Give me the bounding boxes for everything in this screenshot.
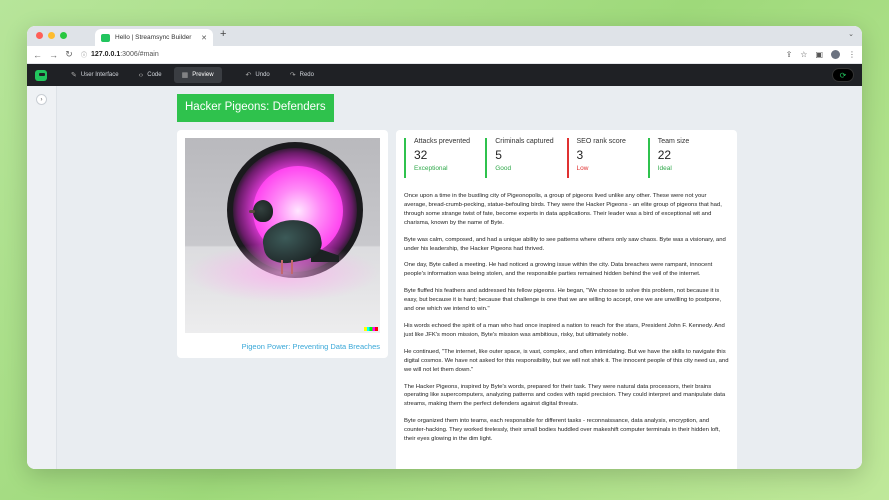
story-paragraph: Byte was calm, composed, and had a uniqu… [404, 236, 726, 252]
undo-icon: ↶ [245, 72, 252, 79]
metric-label: Team size [657, 138, 690, 145]
tab-title: Hello | Streamsync Builder [115, 34, 192, 41]
avatar[interactable] [831, 50, 840, 59]
redo-label: Redo [299, 72, 314, 78]
main-content: Hacker Pigeons: Defenders Pigeon Power: … [177, 94, 737, 469]
image-card: Pigeon Power: Preventing Data Breaches [177, 130, 388, 358]
metric-value: 3 [576, 148, 584, 162]
story-paragraph: The Hacker Pigeons, inspired by Byte's w… [404, 383, 726, 408]
streamsync-logo-icon [35, 69, 47, 81]
new-tab-icon[interactable]: + [220, 28, 226, 40]
metric-value: 5 [495, 148, 502, 162]
metric-note: Ideal [657, 165, 672, 172]
reload-icon[interactable]: ↻ [65, 49, 73, 60]
code-icon: ‹› [138, 71, 144, 79]
metric-label: SEO rank score [576, 138, 626, 145]
image-caption-link[interactable]: Pigeon Power: Preventing Data Breaches [185, 342, 380, 351]
story-paragraph: Once upon a time in the bustling city of… [404, 193, 722, 226]
story-paragraph: Byte organized them into teams, each res… [404, 418, 721, 443]
url-field[interactable]: ⓘ 127.0.0.1:3006/#main [81, 50, 778, 59]
metrics-row: Attacks prevented 32 Exceptional Crimina… [404, 138, 729, 178]
metric-value: 32 [414, 148, 428, 162]
metric-label: Criminals captured [495, 138, 554, 145]
forward-icon[interactable]: → [49, 50, 58, 60]
sync-button[interactable]: ⟳ [832, 68, 854, 82]
grid-icon: ▦ [181, 72, 189, 79]
preview-label: Preview [192, 72, 214, 78]
sync-icon: ⟳ [839, 70, 847, 80]
story-paragraph: One day, Byte called a meeting. He had n… [404, 262, 713, 278]
menu-icon[interactable]: ⋮ [848, 50, 856, 59]
url-path: :3006/#main [120, 51, 159, 58]
page-title: Hacker Pigeons: Defenders [177, 94, 334, 122]
minimize-window-button[interactable] [48, 32, 55, 39]
builder-toolbar: ✎ User Interface ‹› Code ▦ Preview ↶ Und… [27, 64, 862, 86]
story-text: Once upon a time in the bustling city of… [404, 192, 729, 444]
redo-icon: ↷ [289, 72, 296, 79]
back-icon[interactable]: ← [33, 50, 42, 60]
chevron-right-icon: › [40, 96, 43, 103]
close-window-button[interactable] [36, 32, 43, 39]
sidebar: › [27, 86, 57, 469]
user-interface-button[interactable]: ✎ User Interface [63, 67, 127, 83]
undo-label: Undo [255, 72, 270, 78]
undo-button[interactable]: ↶ Undo [238, 67, 278, 83]
metric-seo-rank-score: SEO rank score 3 Low [566, 138, 648, 178]
user-interface-label: User Interface [80, 72, 119, 78]
metric-label: Attacks prevented [414, 138, 471, 145]
code-button[interactable]: ‹› Code [131, 67, 170, 83]
browser-tab[interactable]: Hello | Streamsync Builder ✕ [95, 29, 213, 46]
metric-value: 22 [657, 148, 672, 162]
story-paragraph: Byte fluffed his feathers and addressed … [404, 288, 722, 313]
preview-area: › Hacker Pigeons: Defenders Pigeon Power… [27, 86, 862, 469]
brush-icon: ✎ [71, 72, 77, 79]
metric-team-size: Team size 22 Ideal [647, 138, 729, 178]
maximize-window-button[interactable] [60, 32, 67, 39]
preview-button[interactable]: ▦ Preview [173, 67, 222, 83]
story-paragraph: He continued, "The internet, like outer … [404, 348, 729, 373]
url-host: 127.0.0.1 [91, 51, 121, 58]
close-icon[interactable]: ✕ [201, 34, 207, 42]
metric-note: Exceptional [414, 165, 448, 172]
expand-sidebar-button[interactable]: › [36, 94, 47, 105]
metric-note: Low [576, 165, 589, 172]
browser-window: Hello | Streamsync Builder ✕ + ⌄ ← → ↻ ⓘ… [27, 26, 862, 469]
metric-criminals-captured: Criminals captured 5 Good [485, 138, 566, 178]
streamsync-logo-icon [101, 33, 110, 42]
address-bar: ← → ↻ ⓘ 127.0.0.1:3006/#main ⇪ ☆ ▣ ⋮ [27, 46, 862, 64]
metric-attacks-prevented: Attacks prevented 32 Exceptional [404, 138, 485, 178]
tab-strip: Hello | Streamsync Builder ✕ + ⌄ [27, 26, 862, 46]
pigeon-image [185, 138, 380, 333]
share-icon[interactable]: ⇪ [786, 50, 793, 59]
metric-note: Good [495, 165, 512, 172]
story-card: Attacks prevented 32 Exceptional Crimina… [396, 130, 737, 469]
sidepanel-icon[interactable]: ▣ [815, 50, 823, 59]
info-icon[interactable]: ⓘ [81, 50, 87, 59]
window-controls [36, 32, 67, 39]
code-label: Code [147, 72, 162, 78]
chevron-down-icon[interactable]: ⌄ [848, 30, 854, 38]
star-icon[interactable]: ☆ [800, 50, 807, 59]
redo-button[interactable]: ↷ Redo [282, 67, 322, 83]
story-paragraph: His words echoed the spirit of a man who… [404, 322, 725, 338]
